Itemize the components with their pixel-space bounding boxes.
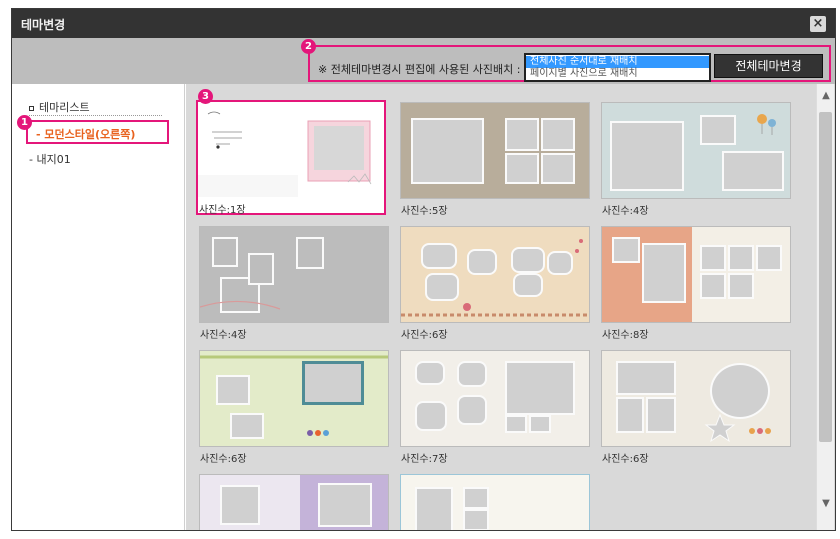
thumbnail-caption: 사진수:1장 bbox=[199, 205, 246, 216]
photo-placeholder bbox=[505, 153, 539, 184]
theme-preview-image bbox=[199, 226, 389, 323]
chevron-up-icon[interactable]: ▲ bbox=[820, 90, 832, 102]
scrollbar-thumb[interactable] bbox=[819, 112, 832, 442]
dialog-title: 테마변경 bbox=[21, 18, 66, 32]
theme-thumbnail[interactable] bbox=[400, 474, 590, 530]
photo-placeholder bbox=[318, 483, 372, 527]
square-bullet-icon bbox=[29, 105, 34, 111]
photo-layout-listbox[interactable]: 전체사진 순서대로 재배치 페이지별 사진으로 재배치 bbox=[524, 53, 711, 82]
photo-placeholder bbox=[411, 118, 484, 184]
star-decoration bbox=[704, 413, 771, 443]
chevron-down-icon[interactable]: ▼ bbox=[820, 498, 832, 510]
photo-placeholder bbox=[415, 401, 447, 431]
photo-placeholder bbox=[463, 487, 489, 509]
photo-placeholder bbox=[529, 415, 551, 433]
photo-placeholder bbox=[728, 273, 754, 299]
photo-placeholder bbox=[642, 243, 686, 303]
step-badge-3: 3 bbox=[198, 89, 213, 104]
photo-placeholder bbox=[457, 361, 487, 387]
theme-preview-image bbox=[400, 474, 590, 530]
photo-placeholder bbox=[700, 245, 726, 271]
photo-placeholder bbox=[505, 361, 575, 415]
theme-thumbnail[interactable]: 사진수:5장 bbox=[400, 102, 590, 217]
photo-placeholder bbox=[415, 487, 453, 530]
theme-thumbnail[interactable]: 사진수:6장 bbox=[400, 226, 590, 341]
theme-thumbnail[interactable] bbox=[199, 474, 389, 530]
thumbnail-caption: 사진수:8장 bbox=[602, 330, 649, 341]
divider bbox=[29, 115, 162, 116]
vertical-scrollbar[interactable]: ▲ ▼ bbox=[816, 84, 834, 530]
theme-thumbnail[interactable]: 사진수:7장 bbox=[400, 350, 590, 465]
theme-list-sidebar: 테마리스트 1 - 모던스타일(오른쪽) - 내지01 bbox=[12, 84, 185, 530]
theme-preview-image bbox=[601, 350, 791, 447]
thumbnail-grid: 3 사진수:1장 사진수:5장 사진수:4장 사진수:4장 사진수:6장 사진수… bbox=[186, 84, 835, 530]
layout-option-all-order[interactable]: 전체사진 순서대로 재배치 bbox=[526, 56, 709, 68]
theme-preview-image bbox=[199, 474, 389, 530]
theme-thumbnail[interactable]: 사진수:6장 bbox=[199, 350, 389, 465]
theme-preview-image bbox=[601, 226, 791, 323]
photo-placeholder bbox=[756, 245, 782, 271]
thumbnail-caption: 사진수:4장 bbox=[200, 330, 247, 341]
theme-list-heading-label: 테마리스트 bbox=[39, 101, 90, 114]
theme-change-dialog: 테마변경 × 2 ※ 전체테마변경시 편집에 사용된 사진배치 : 전체사진 순… bbox=[11, 8, 836, 531]
theme-thumbnail[interactable]: 사진수:6장 bbox=[601, 350, 791, 465]
photo-placeholder bbox=[700, 273, 726, 299]
thumbnail-caption: 사진수:4장 bbox=[602, 206, 649, 217]
theme-list-heading: 테마리스트 bbox=[29, 99, 90, 115]
step-badge-2: 2 bbox=[301, 39, 316, 54]
thumbnail-caption: 사진수:7장 bbox=[401, 454, 448, 465]
theme-preview-image bbox=[400, 350, 590, 447]
flower-border-decoration bbox=[401, 239, 589, 317]
layout-note: ※ 전체테마변경시 편집에 사용된 사진배치 : bbox=[318, 63, 521, 76]
title-bar: 테마변경 × bbox=[12, 9, 835, 38]
photo-placeholder bbox=[463, 509, 489, 530]
balloon-decoration bbox=[757, 114, 776, 135]
sidebar-item-inner-01[interactable]: - 내지01 bbox=[29, 151, 71, 167]
theme-preview-image bbox=[400, 226, 590, 323]
thumbnail-caption: 사진수:6장 bbox=[602, 454, 649, 465]
photo-placeholder bbox=[541, 153, 575, 184]
heart-decoration bbox=[200, 355, 388, 436]
theme-thumbnail[interactable]: 사진수:4장 bbox=[601, 102, 791, 217]
photo-placeholder bbox=[505, 415, 527, 433]
photo-placeholder bbox=[415, 361, 445, 385]
stripe-decoration bbox=[200, 300, 281, 310]
theme-preview-image bbox=[400, 102, 590, 199]
close-button[interactable]: × bbox=[810, 16, 826, 32]
thumbnail-caption: 사진수:5장 bbox=[401, 206, 448, 217]
theme-thumbnail[interactable]: 사진수:4장 bbox=[199, 226, 389, 341]
photo-placeholder bbox=[457, 395, 487, 425]
apply-theme-button[interactable]: 전체테마변경 bbox=[714, 54, 823, 78]
toolbar: 2 ※ 전체테마변경시 편집에 사용된 사진배치 : 전체사진 순서대로 재배치… bbox=[12, 38, 835, 84]
photo-placeholder bbox=[728, 245, 754, 271]
thumbnail-caption: 사진수:6장 bbox=[200, 454, 247, 465]
theme-preview-image bbox=[199, 350, 389, 447]
close-icon: × bbox=[812, 16, 824, 31]
theme-thumbnail[interactable]: 사진수:8장 bbox=[601, 226, 791, 341]
theme-preview-image bbox=[601, 102, 791, 199]
theme-preview-art bbox=[198, 111, 372, 197]
layout-option-per-page[interactable]: 페이지별 사진으로 재배치 bbox=[526, 68, 709, 80]
step-badge-1: 1 bbox=[17, 115, 32, 130]
theme-thumbnail[interactable]: 사진수:1장 bbox=[196, 100, 386, 216]
photo-placeholder bbox=[220, 485, 260, 525]
photo-placeholder bbox=[505, 118, 539, 151]
theme-preview-image bbox=[198, 102, 384, 197]
photo-placeholder bbox=[612, 237, 640, 263]
photo-placeholder bbox=[541, 118, 575, 151]
sidebar-item-modern-style[interactable]: - 모던스타일(오른쪽) bbox=[36, 126, 135, 142]
thumbnail-caption: 사진수:6장 bbox=[401, 330, 448, 341]
